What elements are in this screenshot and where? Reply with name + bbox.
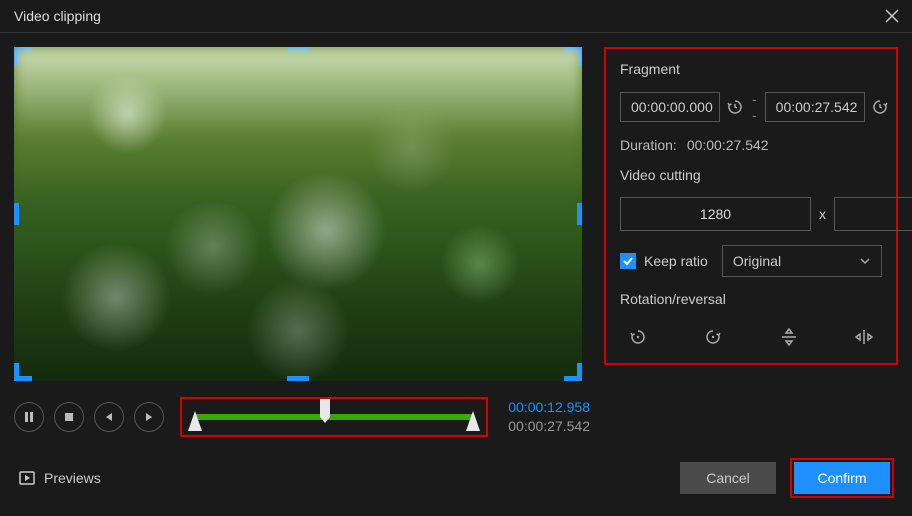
previews-button[interactable]: Previews [18,469,101,487]
pause-button[interactable] [14,402,44,432]
video-cutting-label: Video cutting [620,167,882,183]
step-forward-icon [143,411,155,423]
close-icon [885,9,899,23]
trim-end-handle[interactable] [466,411,480,431]
crop-handle-left[interactable] [14,203,19,225]
crop-handle-bottom[interactable] [287,376,309,381]
step-back-button[interactable] [94,402,124,432]
timeline-track [194,414,474,420]
crop-handle-bottom-left[interactable] [14,363,32,381]
rotate-left-button[interactable] [626,327,650,347]
fragment-start-input[interactable]: 00:00:00.000 [620,92,720,122]
set-start-button[interactable] [726,98,744,116]
flip-horizontal-icon [854,327,874,347]
crop-handle-right[interactable] [577,203,582,225]
playhead[interactable] [320,399,330,417]
settings-panel: Fragment 00:00:00.000 -- 00:00:27.542 [604,47,898,365]
chevron-down-icon [859,255,871,267]
window-title: Video clipping [14,8,101,24]
rotate-left-icon [628,327,648,347]
step-back-icon [103,411,115,423]
play-rect-icon [18,469,36,487]
trim-start-handle[interactable] [188,411,202,431]
crop-handle-top-left[interactable] [14,47,32,65]
stop-button[interactable] [54,402,84,432]
duration-value: 00:00:27.542 [687,137,769,153]
flip-vertical-icon [779,327,799,347]
timeline[interactable] [180,397,488,437]
set-end-button[interactable] [871,98,889,116]
rotate-right-icon [703,327,723,347]
keep-ratio-label: Keep ratio [644,253,708,269]
ratio-select[interactable]: Original [722,245,882,277]
current-time: 00:00:12.958 [508,398,590,417]
crop-handle-top[interactable] [287,47,309,52]
crop-handle-bottom-right[interactable] [564,363,582,381]
clock-back-icon [726,98,744,116]
flip-vertical-button[interactable] [777,327,801,347]
timecode-readout: 00:00:12.958 00:00:27.542 [508,398,590,436]
previews-label: Previews [44,470,101,486]
confirm-button[interactable]: Confirm [794,462,890,494]
close-button[interactable] [882,6,902,26]
total-duration: 00:00:27.542 [508,417,590,436]
pause-icon [23,411,35,423]
duration-label: Duration: [620,137,677,153]
ratio-select-value: Original [733,253,781,269]
video-preview[interactable] [14,47,582,381]
crop-handle-top-right[interactable] [564,47,582,65]
clock-forward-icon [871,98,889,116]
fragment-separator: -- [750,91,759,123]
cancel-button[interactable]: Cancel [680,462,776,494]
step-forward-button[interactable] [134,402,164,432]
fragment-end-input[interactable]: 00:00:27.542 [765,92,865,122]
keep-ratio-checkbox[interactable]: Keep ratio [620,253,708,269]
dimension-separator: x [819,206,826,222]
fragment-label: Fragment [620,61,882,77]
rotate-right-button[interactable] [701,327,725,347]
check-icon [620,253,636,269]
stop-icon [63,411,75,423]
rotation-label: Rotation/reversal [620,291,882,307]
width-input[interactable] [620,197,811,231]
height-input[interactable] [834,197,912,231]
flip-horizontal-button[interactable] [852,327,876,347]
